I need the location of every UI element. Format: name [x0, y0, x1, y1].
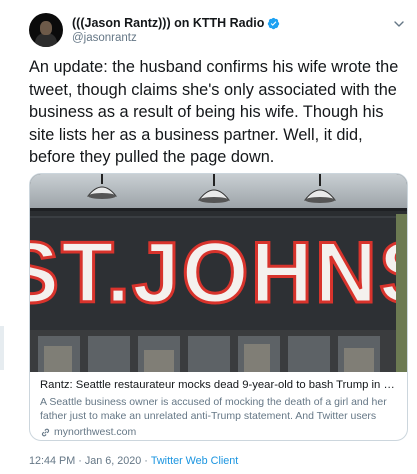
tweet-date[interactable]: Jan 6, 2020: [85, 455, 141, 467]
tweet-client[interactable]: Twitter Web Client: [151, 455, 238, 467]
avatar[interactable]: [29, 13, 63, 47]
sign-text: ST.JOHNS: [30, 225, 407, 321]
tweet-text: An update: the husband confirms his wife…: [29, 58, 399, 166]
display-name[interactable]: (((Jason Rantz))) on KTTH Radio: [72, 16, 264, 30]
chevron-down-icon[interactable]: [393, 18, 405, 30]
card-description: A Seattle business owner is accused of m…: [40, 396, 387, 422]
user-names[interactable]: (((Jason Rantz))) on KTTH Radio @jasonra…: [72, 16, 280, 44]
tweet-meta: 12:44 PM · Jan 6, 2020 · Twitter Web Client: [29, 455, 238, 467]
card-image[interactable]: ST.JOHNS: [30, 174, 407, 372]
meta-separator: ·: [78, 455, 82, 467]
storefront-image: ST.JOHNS: [30, 174, 407, 372]
card-title[interactable]: Rantz: Seattle restaurateur mocks dead 9…: [40, 378, 397, 393]
card-domain[interactable]: mynorthwest.com: [40, 426, 397, 438]
tweet-header: (((Jason Rantz))) on KTTH Radio @jasonra…: [29, 10, 280, 50]
link-card[interactable]: ST.JOHNS: [29, 173, 408, 441]
card-body[interactable]: Rantz: Seattle restaurateur mocks dead 9…: [30, 372, 407, 438]
tweet-time[interactable]: 12:44 PM: [29, 455, 75, 467]
verified-badge-icon: [268, 17, 280, 29]
card-domain-text[interactable]: mynorthwest.com: [54, 426, 136, 438]
meta-separator-2: ·: [144, 455, 148, 467]
link-icon: [41, 428, 50, 436]
tweet[interactable]: (((Jason Rantz))) on KTTH Radio @jasonra…: [0, 0, 417, 474]
user-handle[interactable]: @jasonrantz: [72, 32, 280, 44]
left-edge-divider: [0, 326, 4, 370]
